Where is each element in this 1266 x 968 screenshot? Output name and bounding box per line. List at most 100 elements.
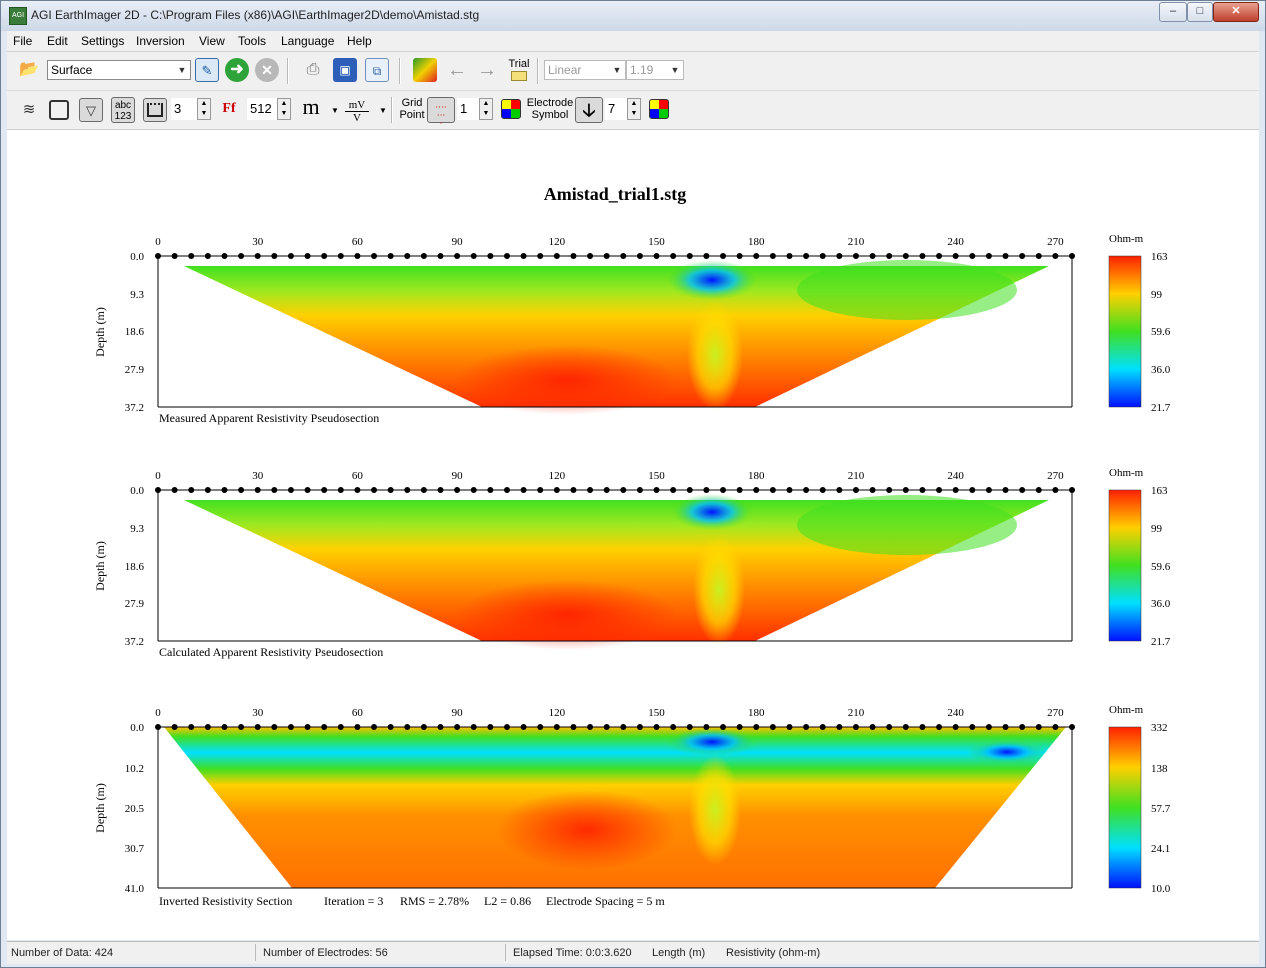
num-label: 123 — [114, 111, 132, 122]
high-resistivity-zone — [457, 345, 677, 415]
plot-title: Amistad_trial1.stg — [544, 184, 687, 204]
chevron-down-icon[interactable]: ▼ — [323, 99, 347, 123]
electrode-marker — [886, 253, 893, 259]
plot-canvas: Amistad_trial1.stg 0 30 60 90 120 150 180 210 24… — [7, 130, 1259, 940]
grid-ruler-icon[interactable] — [143, 98, 167, 122]
electrode-marker — [736, 724, 743, 730]
green-zone — [797, 495, 1017, 555]
save-icon[interactable]: ▣ — [333, 58, 357, 82]
maximize-button[interactable]: □ — [1187, 2, 1213, 22]
stop-icon[interactable]: ✕ — [255, 58, 279, 82]
electrode-marker — [321, 487, 328, 493]
y-tick-labels: 0.0 9.3 18.6 27.9 37.2 — [125, 251, 145, 414]
electrode-marker — [171, 487, 178, 493]
section-shape-icon[interactable]: ▽ — [79, 98, 103, 122]
line-width-field[interactable]: 3 — [171, 98, 200, 120]
y-tick-label: 27.9 — [125, 598, 145, 610]
unit-mv-top: mV — [345, 99, 369, 112]
colorbar-label: 138 — [1151, 763, 1168, 775]
open-folder-icon[interactable]: 📂 — [17, 58, 41, 82]
unit-meter-button[interactable]: m — [299, 95, 323, 119]
colorbar-label: 21.7 — [1151, 402, 1171, 414]
menu-tools[interactable]: Tools — [238, 34, 266, 48]
electrode-marker — [437, 724, 444, 730]
menu-inversion[interactable]: Inversion — [136, 34, 185, 48]
low-resistivity-anomaly — [667, 728, 757, 756]
grid-color-icon[interactable] — [501, 99, 521, 119]
menu-view[interactable]: View — [199, 34, 225, 48]
electrode-symbol-spinner[interactable]: ▲ ▼ — [627, 98, 641, 120]
grid-point-icon[interactable]: ⋅⋅⋅⋅ ⋅⋅⋅ ⋅ — [427, 97, 455, 128]
electrode-marker — [603, 724, 610, 730]
y-tick-label: 9.3 — [130, 289, 144, 301]
electrode-marker — [387, 724, 394, 730]
frame-icon[interactable] — [49, 100, 69, 120]
symbol-label: Symbol — [531, 109, 569, 121]
menu-language[interactable]: Language — [281, 34, 334, 48]
electrode-marker — [503, 724, 510, 730]
electrode-marker — [553, 487, 560, 493]
electrode-marker — [537, 724, 544, 730]
menu-help[interactable]: Help — [347, 34, 372, 48]
electrode-symbol-icon[interactable]: 🡣 — [575, 97, 603, 123]
high-resistivity-zone — [497, 790, 677, 870]
copy-icon[interactable]: ⧉ — [365, 58, 389, 82]
status-electrodes: Number of Electrodes: 56 — [263, 947, 388, 959]
low-resistivity-anomaly — [672, 494, 752, 530]
electrode-marker — [1019, 724, 1026, 730]
arrow-left-icon[interactable]: ← — [445, 58, 469, 82]
electrode-marker — [636, 724, 643, 730]
label-toggle-button[interactable]: abc 123 — [111, 97, 135, 123]
electrode-marker — [1002, 724, 1009, 730]
colorbar-labels: 163 99 59.6 36.0 21.7 — [1151, 251, 1171, 414]
chevron-down-icon: ▼ — [177, 65, 187, 75]
electrode-marker — [304, 487, 311, 493]
x-tick-labels: 0 30 60 90 120 150 180 210 240 270 — [155, 707, 1064, 719]
electrode-marker — [869, 487, 876, 493]
menu-settings[interactable]: Settings — [81, 34, 124, 48]
point-label: Point — [399, 109, 425, 121]
resolution-field[interactable]: 512 — [247, 98, 280, 120]
arrow-right-icon[interactable]: → — [475, 58, 499, 82]
scale-value-select[interactable]: 1.19 ▼ — [626, 60, 684, 80]
trial-button[interactable]: Trial — [507, 58, 531, 81]
electrode-marker — [819, 724, 826, 730]
electrode-marker — [1069, 253, 1075, 259]
menu-file[interactable]: File — [13, 34, 32, 48]
colorbar-label: 59.6 — [1151, 561, 1171, 573]
electrode-marker — [753, 487, 760, 493]
resistivity-map-icon[interactable] — [413, 58, 437, 82]
electrode-marker — [869, 724, 876, 730]
line-width-spinner[interactable]: ▲ ▼ — [197, 98, 211, 120]
run-inversion-icon[interactable]: ➜ — [225, 58, 249, 82]
minimize-button[interactable]: – — [1159, 2, 1187, 22]
electrode-marker — [703, 253, 710, 259]
grid-point-spinner[interactable]: ▲ ▼ — [479, 98, 493, 120]
colorbar — [1108, 489, 1142, 642]
survey-type-select[interactable]: Surface ▼ — [47, 60, 191, 80]
low-resistivity-anomaly — [967, 740, 1047, 764]
contour-icon[interactable]: ≋ — [17, 98, 41, 122]
scale-type-select[interactable]: Linear ▼ — [544, 60, 626, 80]
electrode-color-icon[interactable] — [649, 99, 669, 119]
title-bar[interactable]: AGI AGI EarthImager 2D - C:\Program File… — [1, 1, 1265, 31]
menu-edit[interactable]: Edit — [47, 34, 68, 48]
unit-mv-button[interactable]: mV V — [345, 99, 369, 124]
electrode-marker — [304, 253, 311, 259]
electrode-marker — [420, 724, 427, 730]
electrode-marker — [670, 724, 677, 730]
resolution-spinner[interactable]: ▲ ▼ — [277, 98, 291, 120]
x-tick-label: 180 — [748, 470, 765, 482]
electrode-marker — [487, 253, 494, 259]
colorbar-labels: 163 99 59.6 36.0 21.7 — [1151, 485, 1171, 648]
print-icon[interactable]: ⎙ — [301, 58, 325, 82]
colorbar-label: 10.0 — [1151, 883, 1171, 895]
electrode-marker — [171, 253, 178, 259]
edit-data-icon[interactable]: ✎ — [195, 58, 219, 82]
electrode-marker — [287, 487, 294, 493]
electrode-marker — [155, 487, 161, 493]
electrode-marker — [653, 724, 660, 730]
close-button[interactable]: ✕ — [1213, 2, 1259, 22]
panel-caption: Inverted Resistivity Section — [159, 894, 292, 908]
font-icon[interactable]: Ff — [217, 97, 241, 121]
